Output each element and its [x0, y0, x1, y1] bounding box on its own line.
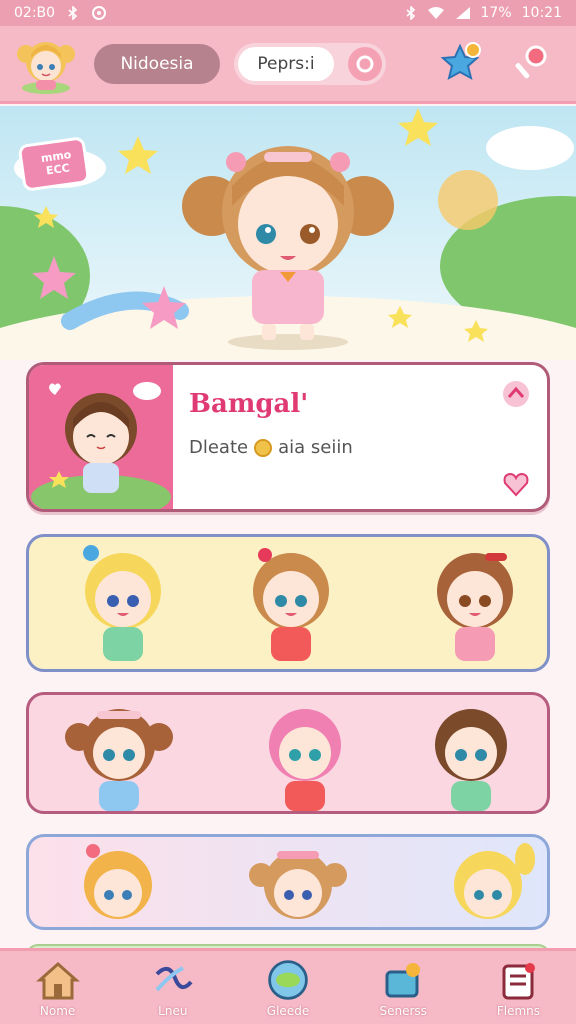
nav-gift-label: Senerss: [379, 1003, 427, 1018]
hero-banner: mmo ECC: [0, 106, 576, 360]
home-icon: [35, 958, 81, 1002]
character-row-2[interactable]: [26, 692, 550, 814]
bluetooth-icon: [67, 6, 79, 20]
featured-title: Bamgal': [189, 389, 309, 419]
nav-home-label: Nome: [39, 1003, 76, 1018]
bottom-nav: Nome Lneu Gleede Senerss Flemns: [0, 948, 576, 1024]
nav-home[interactable]: Nome: [0, 951, 115, 1024]
featured-meta-suffix: aia seiin: [278, 437, 353, 458]
featured-meta: Dleate aia seiin: [189, 437, 353, 458]
character-ponytail[interactable]: [433, 839, 543, 929]
sync-icon: [91, 5, 107, 21]
featured-meta-text: Dleate: [189, 437, 249, 458]
status-time-left: 02:B0: [14, 5, 56, 21]
character-row-3[interactable]: [26, 834, 550, 930]
character-ginger[interactable]: [63, 839, 173, 929]
search-input[interactable]: Peprs:i: [238, 46, 334, 81]
heart-icon[interactable]: [501, 469, 531, 499]
status-bar: 02:B0 17% 10:21: [0, 0, 576, 26]
featured-card[interactable]: Bamgal' Dleate aia seiin: [26, 362, 550, 512]
character-bows[interactable]: [243, 839, 353, 929]
coin-icon: [254, 438, 273, 457]
list-icon: [495, 958, 541, 1002]
nav-list[interactable]: Flemns: [461, 951, 576, 1024]
search-button[interactable]: [348, 46, 382, 81]
featured-thumbnail: [29, 365, 173, 509]
sticker-badge[interactable]: mmo ECC: [18, 136, 98, 194]
nav-ribbon-label: Lneu: [158, 1003, 188, 1018]
region-pill[interactable]: Nidoesia: [94, 43, 220, 84]
battery-percent: 17%: [480, 5, 512, 21]
status-clock: 10:21: [521, 5, 562, 21]
character-row-1[interactable]: [26, 534, 550, 672]
character-pigtails[interactable]: [59, 697, 179, 813]
app-header: Nidoesia Peprs:i: [0, 26, 576, 104]
gift-icon: [380, 958, 426, 1002]
search-icon: [356, 55, 374, 72]
candy-icon[interactable]: [510, 40, 554, 84]
character-auburn[interactable]: [415, 541, 535, 669]
avatar[interactable]: [14, 32, 78, 96]
search-bar[interactable]: Peprs:i: [234, 42, 386, 85]
nav-bowl-label: Gleede: [266, 1003, 310, 1018]
bowl-icon: [265, 958, 311, 1002]
nav-list-label: Flemns: [496, 1003, 540, 1018]
chevron-up-icon[interactable]: [501, 379, 531, 409]
character-pink-hair[interactable]: [245, 697, 365, 813]
star-badge-icon[interactable]: [438, 40, 482, 84]
ribbon-icon: [150, 958, 196, 1002]
nav-gift[interactable]: Senerss: [346, 951, 461, 1024]
character-blonde[interactable]: [63, 541, 183, 669]
character-short-hair[interactable]: [411, 697, 531, 813]
nav-bowl[interactable]: Gleede: [230, 951, 345, 1024]
wifi-icon: [427, 6, 445, 20]
signal-icon: [455, 6, 471, 20]
character-brunette[interactable]: [231, 541, 351, 669]
nav-ribbon[interactable]: Lneu: [115, 951, 230, 1024]
bluetooth-icon-right: [405, 6, 417, 20]
